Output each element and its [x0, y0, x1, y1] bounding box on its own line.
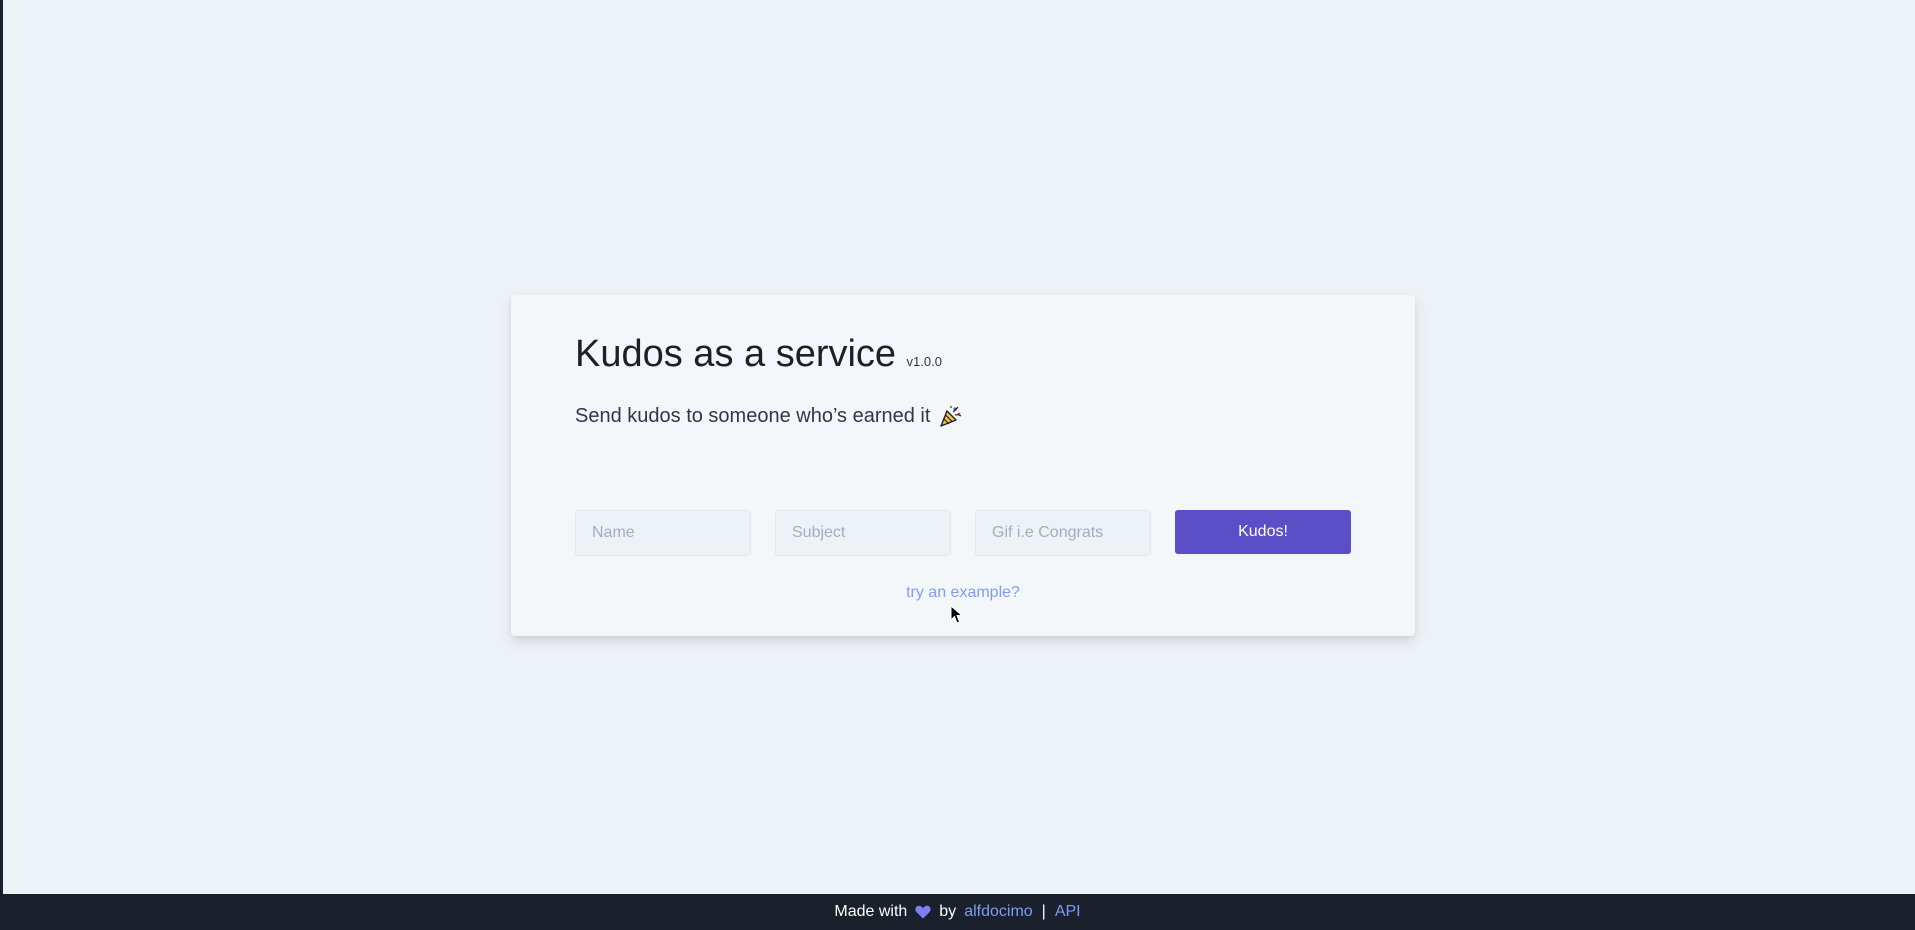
- try-example-link[interactable]: try an example?: [511, 584, 1415, 602]
- subject-input[interactable]: [775, 510, 951, 556]
- footer-made-with: Made with: [834, 903, 908, 920]
- title-row: Kudos as a service v1.0.0: [575, 333, 942, 376]
- kudos-card: Kudos as a service v1.0.0 Send kudos to …: [511, 295, 1415, 636]
- footer-separator: |: [1041, 903, 1046, 920]
- subtitle-row: Send kudos to someone who’s earned it: [575, 403, 964, 429]
- footer-by: by: [939, 903, 957, 920]
- subtitle-text: Send kudos to someone who’s earned it: [575, 404, 931, 427]
- mouse-cursor-icon: [950, 604, 964, 625]
- kudos-submit-button[interactable]: Kudos!: [1175, 510, 1351, 554]
- footer: Made with by alfdocimo | API: [0, 894, 1915, 930]
- page-title: Kudos as a service: [575, 333, 897, 375]
- author-link[interactable]: alfdocimo: [964, 903, 1032, 921]
- heart-icon: [915, 905, 931, 919]
- api-link[interactable]: API: [1055, 903, 1081, 921]
- version-label: v1.0.0: [906, 354, 942, 369]
- window-edge: [0, 0, 3, 894]
- party-popper-icon: [938, 403, 964, 429]
- gif-input[interactable]: [975, 510, 1151, 556]
- name-input[interactable]: [575, 510, 751, 556]
